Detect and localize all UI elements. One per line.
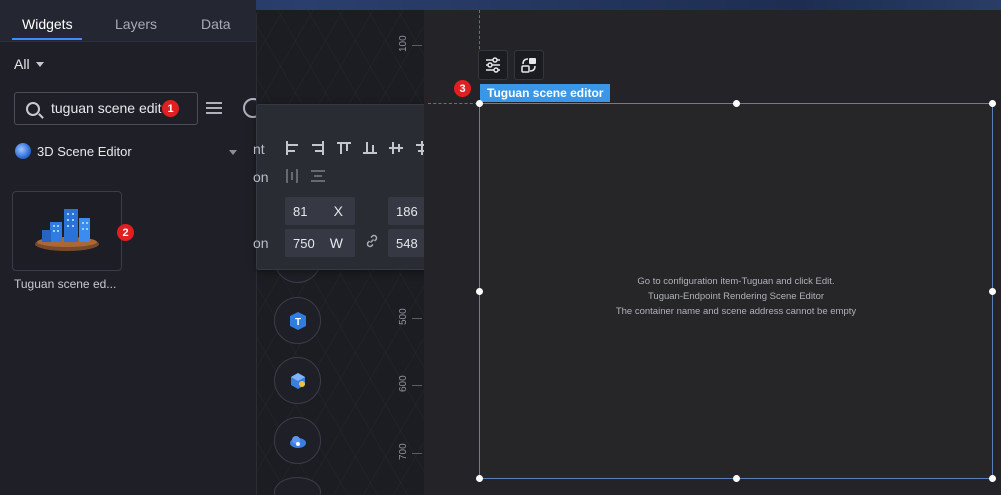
- tab-layers[interactable]: Layers: [115, 16, 157, 32]
- align-vertical-center-icon[interactable]: [389, 141, 403, 155]
- tab-widgets[interactable]: Widgets: [22, 16, 73, 32]
- interaction-button[interactable]: [514, 50, 544, 80]
- x-field[interactable]: 81 X: [285, 197, 355, 225]
- tab-data[interactable]: Data: [201, 16, 231, 32]
- distribution-label: on: [253, 169, 269, 185]
- resize-handle-bottom[interactable]: [733, 475, 740, 482]
- height-value: 548: [396, 236, 418, 251]
- distribute-vertical-icon[interactable]: [311, 169, 325, 183]
- active-tab-indicator: [12, 38, 82, 40]
- filter-dropdown[interactable]: All: [14, 56, 44, 72]
- ruler-label-100: 100: [398, 35, 409, 52]
- align-right-icon[interactable]: [311, 141, 325, 155]
- chevron-down-icon[interactable]: [229, 150, 237, 155]
- resize-handle-top[interactable]: [733, 100, 740, 107]
- step-badge-1: 1: [162, 100, 179, 117]
- ruler-tick: [412, 318, 422, 319]
- distribute-horizontal-icon[interactable]: [285, 169, 299, 183]
- cloud-tool-button[interactable]: [274, 417, 321, 464]
- resize-handle-bottom-right[interactable]: [989, 475, 996, 482]
- cube-icon: [290, 372, 305, 389]
- ruler-tick: [412, 385, 422, 386]
- selection-label: Tuguan scene editor: [480, 84, 611, 102]
- widget-message-line-2: Tuguan-Endpoint Rendering Scene Editor: [647, 291, 825, 302]
- sliders-icon: [486, 57, 500, 73]
- x-unit: X: [333, 203, 343, 219]
- position-label: on: [253, 235, 269, 251]
- align-left-icon[interactable]: [285, 141, 299, 155]
- widget-panel: Widgets Layers Data All 1 3D Scene Edito…: [0, 0, 263, 495]
- widget-message-line-3: The container name and scene address can…: [615, 306, 857, 317]
- filter-value: All: [14, 56, 30, 72]
- width-field[interactable]: 750 W: [285, 229, 355, 257]
- width-value: 750: [293, 236, 315, 251]
- resize-handle-top-left[interactable]: [476, 100, 483, 107]
- switch-icon: [521, 58, 536, 73]
- ruler-tick: [412, 453, 422, 454]
- resize-handle-top-right[interactable]: [989, 100, 996, 107]
- widget-message-line-1: Go to configuration item-Tuguan and clic…: [637, 276, 835, 287]
- x-value: 81: [293, 204, 308, 219]
- search-icon: [26, 102, 40, 116]
- category-header[interactable]: 3D Scene Editor: [15, 143, 132, 159]
- step-badge-2: 2: [117, 224, 134, 241]
- align-top-icon[interactable]: [337, 141, 351, 155]
- buildings-icon: [35, 209, 99, 251]
- step-badge-3: 3: [454, 80, 471, 97]
- cloud-icon: [289, 435, 306, 448]
- text-cube-icon: T: [289, 311, 306, 330]
- ruler-label-700: 700: [398, 443, 409, 460]
- search-input[interactable]: [51, 100, 171, 116]
- y-value: 186: [396, 204, 418, 219]
- width-unit: W: [329, 235, 343, 251]
- cube-tool-button[interactable]: [274, 357, 321, 404]
- ruler-label-600: 600: [398, 375, 409, 392]
- chevron-down-icon: [35, 61, 44, 67]
- resize-handle-bottom-left[interactable]: [476, 475, 483, 482]
- settings-button[interactable]: [478, 50, 508, 80]
- collapse-icon[interactable]: [206, 100, 222, 116]
- ruler-label-500: 500: [398, 308, 409, 325]
- widget-card-tuguan-scene-editor[interactable]: [12, 191, 122, 271]
- align-bottom-icon[interactable]: [363, 141, 377, 155]
- align-label: nt: [253, 141, 265, 157]
- svg-text:T: T: [294, 317, 300, 328]
- scene-editor-icon: [15, 143, 31, 159]
- widget-label: Tuguan scene ed...: [14, 277, 117, 291]
- app-root: Widgets Layers Data All 1 3D Scene Edito…: [0, 0, 1001, 495]
- panel-tabs: Widgets Layers Data: [0, 0, 256, 42]
- category-label: 3D Scene Editor: [37, 143, 132, 159]
- link-icon[interactable]: [364, 233, 380, 249]
- text-tool-button[interactable]: T: [274, 297, 321, 344]
- guide-line-horizontal: [428, 103, 478, 104]
- ruler-tick: [412, 45, 422, 46]
